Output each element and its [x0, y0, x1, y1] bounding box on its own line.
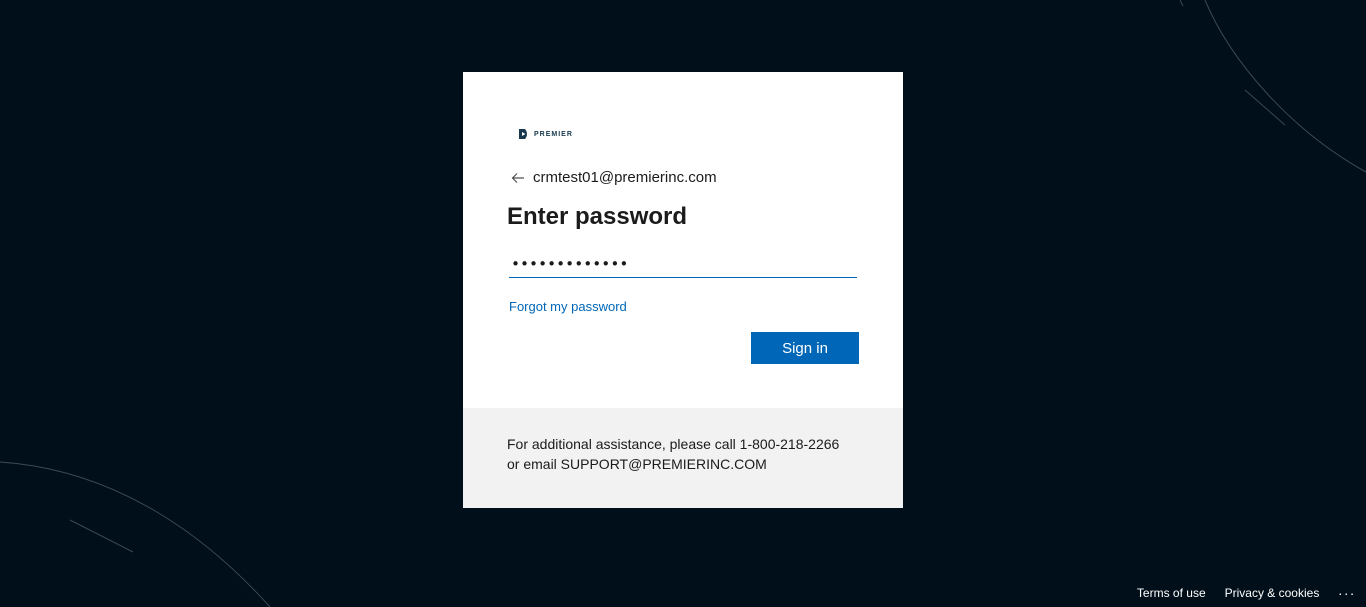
premier-logo: PREMIER: [518, 127, 573, 141]
logo-text: PREMIER: [534, 130, 573, 138]
arrow-left-icon[interactable]: [510, 170, 526, 186]
page-footer: Terms of use Privacy & cookies ...: [1118, 582, 1356, 601]
page-title: Enter password: [507, 203, 688, 230]
assistance-line-email: or email SUPPORT@PREMIERINC.COM: [507, 456, 767, 472]
more-options-icon[interactable]: ...: [1338, 582, 1356, 598]
user-email: crmtest01@premierinc.com: [533, 169, 717, 186]
assistance-text: For additional assistance, please call 1…: [507, 434, 877, 474]
sign-in-page: PREMIER crmtest01@premierinc.com Enter p…: [0, 0, 1366, 607]
forgot-password-link[interactable]: Forgot my password: [509, 299, 627, 314]
terms-of-use-link[interactable]: Terms of use: [1137, 586, 1206, 600]
login-form: PREMIER crmtest01@premierinc.com Enter p…: [463, 72, 903, 408]
login-card: PREMIER crmtest01@premierinc.com Enter p…: [463, 72, 903, 508]
assistance-box: For additional assistance, please call 1…: [463, 408, 903, 508]
identity-banner[interactable]: crmtest01@premierinc.com: [510, 169, 717, 186]
privacy-cookies-link[interactable]: Privacy & cookies: [1225, 586, 1320, 600]
premier-logo-icon: [519, 129, 527, 139]
assistance-line-phone: For additional assistance, please call 1…: [507, 436, 840, 452]
sign-in-button[interactable]: Sign in: [751, 332, 859, 364]
password-input[interactable]: [509, 250, 857, 278]
